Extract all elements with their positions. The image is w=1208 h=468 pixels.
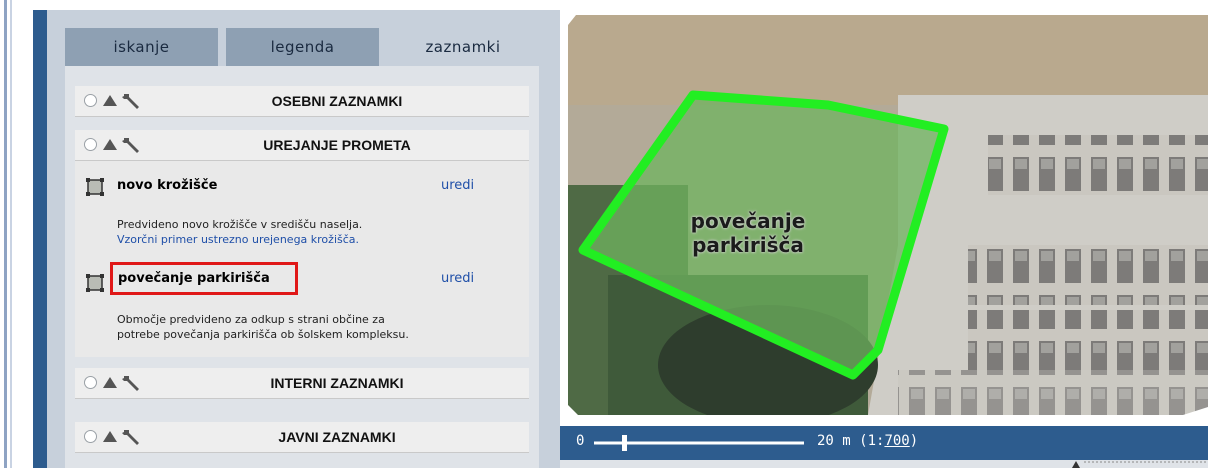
section-title: UREJANJE PROMETA	[263, 137, 411, 153]
polygon-label-line: parkirišča	[692, 233, 804, 257]
section-interni-zaznamki[interactable]: INTERNI ZAZNAMKI	[75, 368, 529, 399]
section-osebni-zaznamki[interactable]: OSEBNI ZAZNAMKI	[75, 86, 529, 117]
section-title: JAVNI ZAZNAMKI	[278, 429, 396, 445]
wrench-icon[interactable]	[120, 373, 142, 393]
scale-distance-text: 20 m (1:	[817, 433, 885, 449]
polygon-label-line: povečanje	[690, 209, 806, 233]
map-view[interactable]: povečanje parkirišča	[568, 15, 1208, 415]
edit-link[interactable]: uredi	[441, 178, 474, 193]
scale-distance: 20 m (1:700)	[817, 433, 918, 449]
triangle-up-icon[interactable]	[103, 95, 117, 106]
section-javni-zaznamki[interactable]: JAVNI ZAZNAMKI	[75, 422, 529, 453]
tab-bar: iskanje legenda zaznamki	[65, 28, 539, 66]
radio-icon[interactable]	[84, 138, 97, 151]
wrench-icon[interactable]	[120, 135, 142, 155]
wrench-icon[interactable]	[120, 427, 142, 447]
tab-zaznamki[interactable]: zaznamki	[387, 28, 539, 66]
item-description-line: Območje predvideno za odkup s strani obč…	[117, 313, 385, 326]
item-description: Območje predvideno za odkup s strani obč…	[117, 312, 409, 342]
frame-border	[4, 0, 7, 468]
radio-icon[interactable]	[84, 94, 97, 107]
polygon-icon	[86, 178, 104, 196]
tab-iskanje[interactable]: iskanje	[65, 28, 218, 66]
item-title-novo-krozisce[interactable]: novo krožišče	[117, 178, 217, 193]
triangle-up-icon[interactable]	[103, 431, 117, 442]
section-title: INTERNI ZAZNAMKI	[270, 375, 404, 391]
item-description: Predvideno novo krožišče v središču nase…	[117, 217, 362, 247]
triangle-up-icon[interactable]	[103, 377, 117, 388]
wrench-icon[interactable]	[120, 91, 142, 111]
item-description-line: potrebe povečanja parkirišča ob šolskem …	[117, 328, 409, 341]
frame-border-inner	[10, 0, 12, 468]
aerial-map-image[interactable]	[568, 15, 1208, 415]
item-description-line: Predvideno novo krožišče v središču nase…	[117, 218, 363, 231]
radio-icon[interactable]	[84, 430, 97, 443]
scale-bar: 0 20 m (1:700)	[560, 426, 1208, 460]
tab-legenda[interactable]: legenda	[226, 28, 379, 66]
scale-zero: 0	[576, 433, 585, 449]
left-window-frame	[0, 0, 14, 468]
section-title: OSEBNI ZAZNAMKI	[271, 93, 403, 109]
triangle-up-icon[interactable]	[103, 139, 117, 150]
scale-slider[interactable]	[594, 434, 804, 452]
selection-highlight	[110, 262, 298, 295]
example-link[interactable]: Vzorčni primer ustrezno urejenega krožiš…	[117, 232, 362, 247]
edit-link[interactable]: uredi	[441, 271, 474, 286]
polygon-icon	[86, 274, 104, 292]
section-urejanje-prometa[interactable]: UREJANJE PROMETA	[75, 130, 529, 161]
bottom-strip	[560, 460, 1208, 468]
scale-ratio-link[interactable]: 700	[884, 433, 909, 449]
scale-close: )	[909, 433, 919, 449]
radio-icon[interactable]	[84, 376, 97, 389]
polygon-label: povečanje parkirišča	[673, 209, 823, 257]
dotted-ruler	[1072, 461, 1206, 468]
